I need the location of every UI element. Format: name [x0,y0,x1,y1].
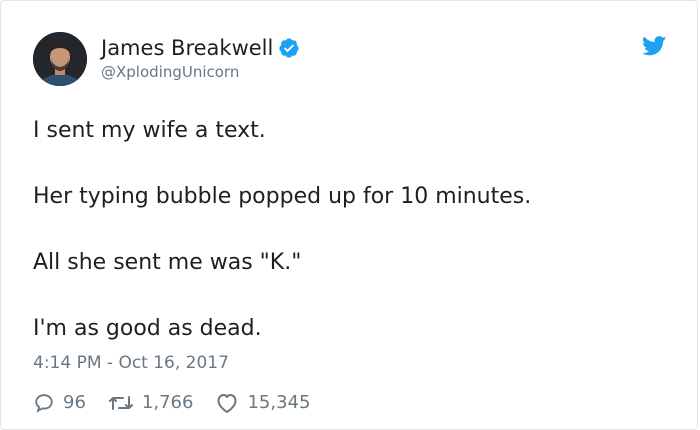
tweet-text-line: All she sent me was "K." [33,250,302,275]
author-display-name[interactable]: James Breakwell [101,34,300,62]
tweet-text-line: I'm as good as dead. [33,316,262,341]
speech-bubble-icon [35,394,53,413]
tweet-actions: 96 1,766 15,345 [33,390,332,416]
retweet-arrows-icon [108,396,133,410]
reply-button[interactable]: 96 [33,390,86,416]
tweet-text-line: I sent my wife a text. [33,118,266,143]
reply-count: 96 [63,392,86,413]
retweet-count: 1,766 [141,392,194,413]
verified-badge-icon [278,37,300,59]
author-name-text[interactable]: James Breakwell [101,34,273,62]
like-button[interactable]: 15,345 [215,390,310,416]
avatar[interactable] [33,32,87,86]
author-handle[interactable]: @XplodingUnicorn [101,62,239,82]
heart-icon [217,394,237,413]
tweet-card: James Breakwell @XplodingUnicorn I sent … [0,0,698,430]
twitter-bird-icon[interactable] [642,35,667,57]
tweet-timestamp[interactable]: 4:14 PM - Oct 16, 2017 [33,351,229,375]
like-count: 15,345 [247,392,311,413]
tweet-text-line: Her typing bubble popped up for 10 minut… [33,184,532,209]
retweet-button[interactable]: 1,766 [108,390,194,416]
